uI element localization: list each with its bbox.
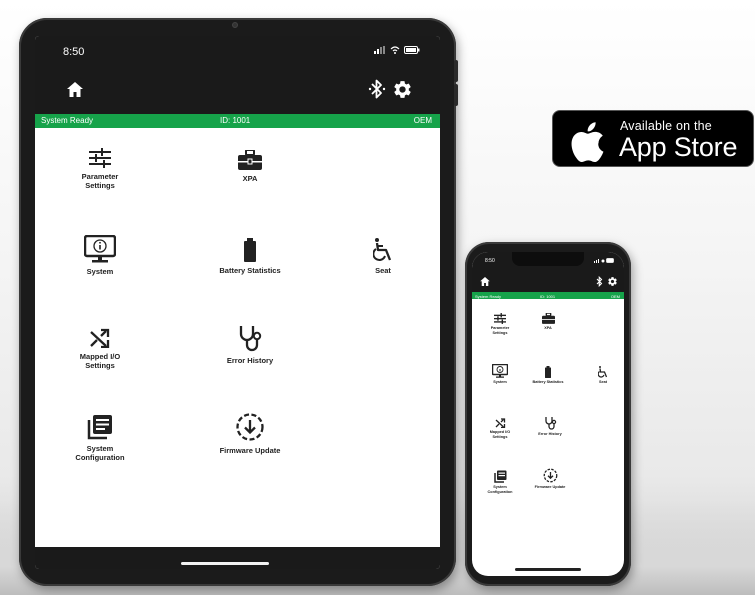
system-indicators [374,46,420,54]
shuffle-icon [90,328,110,348]
system-indicators [594,258,614,263]
sliders-icon [494,313,506,324]
device-id: ID: 1001 [540,293,556,299]
tile-label: System Configuration [487,485,513,494]
tile-label: Seat [598,380,608,384]
tablet-volume-button [454,84,458,106]
tablet-screen: 8:50 System Ready ID: 1001 OEM Parameter… [35,36,440,569]
gear-icon[interactable] [607,276,618,287]
shuffle-icon [495,418,505,428]
toolbox-icon [541,313,555,324]
battery-icon [545,366,551,378]
download-circle-icon [236,413,264,441]
download-circle-icon [543,468,557,483]
badge-line-2: App Store [619,132,738,162]
tile-parameter-settings[interactable]: Parameter Settings [480,313,520,335]
battery-icon [404,46,420,54]
status-label: System Ready [41,116,94,125]
tile-system[interactable]: System [65,235,135,276]
sliders-icon [89,148,111,168]
tile-label: Firmware Update [534,485,566,489]
tile-error-history[interactable]: Error History [210,324,290,365]
app-store-badge[interactable]: Available on the App Store [552,110,754,167]
home-icon[interactable] [67,82,83,97]
wheelchair-icon [598,366,608,378]
system-status-bar: System Ready ID: 1001 OEM [35,114,440,128]
tile-battery-statistics[interactable]: Battery Statistics [524,366,572,385]
tile-seat[interactable]: Seat [353,238,413,275]
tile-label: Mapped I/O Settings [489,430,511,439]
menu-grid: Parameter Settings XPA System Battery St… [35,128,440,558]
app-toolbar [35,67,440,114]
tile-label: Mapped I/O Settings [79,352,121,370]
phone-screen: 8:50 System Ready ID: 1001 OEM Parameter… [472,252,624,576]
home-indicator[interactable] [181,562,269,565]
badge-line-1: Available on the [620,119,712,133]
status-bar: 8:50 [472,252,624,272]
tile-label: Battery Statistics [219,266,281,275]
tile-label: Firmware Update [219,446,281,455]
mode-label: OEM [610,293,620,299]
tablet-volume-button [454,60,458,82]
tile-xpa[interactable]: XPA [215,150,285,183]
tile-xpa[interactable]: XPA [528,313,568,331]
tile-label: Seat [375,266,391,275]
status-bar: 8:50 [35,36,440,67]
signal-icon [374,46,385,54]
home-icon[interactable] [480,277,490,286]
tile-system-configuration[interactable]: System Configuration [477,470,523,494]
status-label: System Ready [475,293,502,299]
phone-notch [512,252,584,266]
tile-label: Error History [226,356,274,365]
tile-system-configuration[interactable]: System Configuration [63,414,137,462]
tile-label: Parameter Settings [490,326,510,335]
tablet-device: 8:50 System Ready ID: 1001 OEM Parameter… [19,18,458,586]
battery-icon [244,238,256,262]
tile-firmware-update[interactable]: Firmware Update [526,468,574,490]
tile-label: Battery Statistics [532,380,564,384]
tile-label: XPA [544,326,552,330]
tile-label: System Configuration [75,444,125,462]
document-stack-icon [87,415,112,440]
tile-label: System [86,267,114,276]
monitor-info-icon [84,235,116,263]
mode-label: OEM [413,116,432,125]
tile-mapped-io-settings[interactable]: Mapped I/O Settings [480,418,520,439]
apple-logo-icon [571,122,604,162]
tile-battery-statistics[interactable]: Battery Statistics [200,238,300,275]
system-status-bar: System Ready ID: 1001 OEM [472,292,624,299]
home-indicator[interactable] [515,568,581,571]
tile-parameter-settings[interactable]: Parameter Settings [65,148,135,190]
document-stack-icon [493,470,506,483]
tile-label: Error History [538,432,562,436]
tile-system[interactable]: System [480,364,520,385]
tile-error-history[interactable]: Error History [530,416,570,437]
tile-label: System [493,380,507,384]
tile-seat[interactable]: Seat [588,366,618,385]
wifi-icon [390,46,400,54]
bluetooth-icon[interactable] [368,78,386,100]
status-time: 8:50 [485,258,495,264]
tile-label: XPA [242,174,258,183]
bluetooth-icon[interactable] [595,276,604,287]
tile-mapped-io-settings[interactable]: Mapped I/O Settings [65,328,135,370]
toolbox-icon [238,150,262,170]
device-id: ID: 1001 [220,116,251,125]
tile-label: Parameter Settings [81,172,119,190]
stethoscope-icon [544,417,556,430]
tablet-camera [232,22,238,28]
stethoscope-icon [239,326,262,352]
wheelchair-icon [373,238,392,261]
monitor-info-icon [492,364,508,378]
bottom-bar [35,547,440,569]
phone-device: 8:50 System Ready ID: 1001 OEM Parameter… [465,242,631,586]
tile-firmware-update[interactable]: Firmware Update [205,412,295,455]
status-time: 8:50 [63,46,85,58]
app-toolbar [472,272,624,292]
gear-icon[interactable] [392,79,413,100]
